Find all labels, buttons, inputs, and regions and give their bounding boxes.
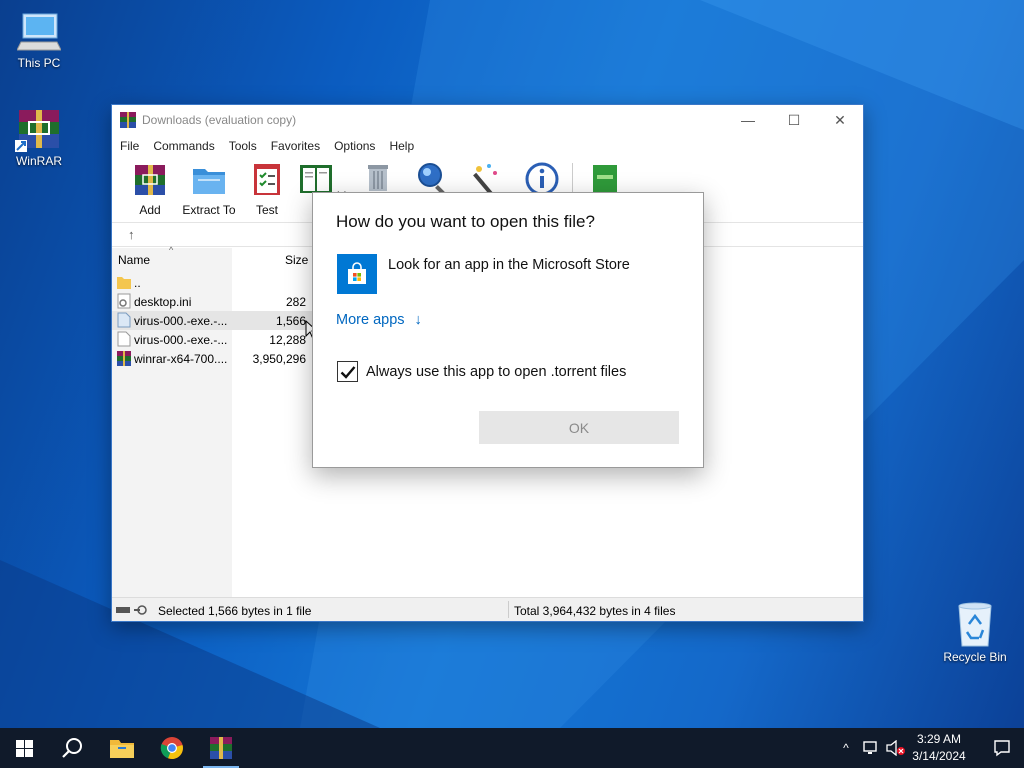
desktop-icon-winrar[interactable]: WinRAR <box>1 108 77 168</box>
open-with-dialog: How do you want to open this file? Look … <box>312 192 704 468</box>
winrar-icon <box>120 112 136 128</box>
menu-help[interactable]: Help <box>389 139 414 153</box>
winrar-icon <box>15 110 59 152</box>
desktop-icon-this-pc[interactable]: This PC <box>1 10 77 70</box>
list-item[interactable]: virus-000.-exe.-... 12,288 <box>112 330 312 349</box>
taskbar: ^ 3:29 AM 3/14/2024 <box>0 728 1024 768</box>
taskbar-file-explorer[interactable] <box>98 728 146 768</box>
arrow-down-icon: ↓ <box>414 312 422 328</box>
computer-icon <box>17 13 61 51</box>
file-icon <box>117 312 131 328</box>
list-item[interactable]: .. <box>112 273 312 292</box>
dialog-title: How do you want to open this file? <box>336 212 595 231</box>
notifications-button[interactable] <box>980 728 1024 768</box>
minimize-button[interactable]: — <box>725 105 771 135</box>
settings-file-icon <box>117 293 131 309</box>
always-use-label[interactable]: Always use this app to open .torrent fil… <box>366 364 626 380</box>
extract-to-button[interactable]: Extract To <box>179 161 239 217</box>
recycle-bin-icon <box>958 602 992 647</box>
file-icon <box>117 331 131 347</box>
clock[interactable]: 3:29 AM 3/14/2024 <box>905 731 973 765</box>
add-button[interactable]: Add <box>120 161 180 217</box>
clock-date: 3/14/2024 <box>912 749 966 763</box>
checkmark-icon <box>340 365 355 379</box>
store-bag-icon <box>348 262 366 284</box>
extract-folder-icon <box>193 169 225 194</box>
volume-muted-icon <box>886 740 905 756</box>
status-separator <box>508 601 509 618</box>
file-name: desktop.ini <box>134 295 192 309</box>
search-button[interactable] <box>48 728 96 768</box>
menu-favorites[interactable]: Favorites <box>271 139 320 153</box>
notification-icon <box>994 740 1010 757</box>
up-arrow-icon[interactable]: ↑ <box>128 227 135 242</box>
taskbar-chrome[interactable] <box>148 728 196 768</box>
show-hidden-icons-button[interactable]: ^ <box>836 728 856 768</box>
file-size: 282 <box>285 295 306 309</box>
status-bar: Selected 1,566 bytes in 1 file Total 3,9… <box>112 597 863 621</box>
desktop-icon-recycle-bin[interactable]: Recycle Bin <box>937 602 1013 664</box>
clock-time: 3:29 AM <box>916 732 962 746</box>
column-header-name[interactable]: Name <box>118 253 150 267</box>
file-name: winrar-x64-700.... <box>134 352 228 366</box>
add-archive-icon <box>135 165 165 195</box>
microsoft-store-icon[interactable] <box>337 254 377 294</box>
close-button[interactable]: ✕ <box>817 105 863 135</box>
list-item[interactable]: desktop.ini 282 <box>112 292 312 311</box>
column-header-size[interactable]: Size <box>285 253 308 267</box>
search-icon <box>62 738 82 758</box>
menu-tools[interactable]: Tools <box>229 139 257 153</box>
test-button[interactable]: Test <box>237 161 297 217</box>
desktop-icon-label: WinRAR <box>15 154 62 168</box>
winrar-icon <box>210 737 232 759</box>
test-clipboard-icon <box>254 164 280 195</box>
status-selection: Selected 1,566 bytes in 1 file <box>158 604 312 618</box>
menu-bar: File Commands Tools Favorites Options He… <box>112 135 863 157</box>
maximize-button[interactable]: ☐ <box>771 105 817 135</box>
more-apps-label: More apps <box>336 312 405 328</box>
file-size: 1,566 <box>275 314 306 328</box>
toolbar-label: Add <box>139 203 161 217</box>
always-use-checkbox[interactable] <box>337 361 358 382</box>
menu-commands[interactable]: Commands <box>153 139 214 153</box>
file-size: 12,288 <box>269 333 306 347</box>
list-item[interactable]: winrar-x64-700.... 3,950,296 <box>112 349 312 368</box>
file-name: .. <box>134 276 141 290</box>
menu-file[interactable]: File <box>120 139 139 153</box>
toolbar-label: Extract To <box>182 203 236 217</box>
more-apps-link[interactable]: More apps ↓ <box>336 312 422 328</box>
folder-icon <box>117 277 131 289</box>
store-option-label[interactable]: Look for an app in the Microsoft Store <box>388 257 630 273</box>
window-title: Downloads (evaluation copy) <box>142 113 297 127</box>
winrar-icon <box>117 351 131 366</box>
list-item[interactable]: virus-000.-exe.-... 1,566 <box>112 311 312 330</box>
chevron-up-icon: ^ <box>843 741 849 755</box>
start-button[interactable] <box>0 728 48 768</box>
status-total: Total 3,964,432 bytes in 4 files <box>514 604 676 618</box>
folder-icon <box>110 740 134 758</box>
volume-tray-button[interactable] <box>884 728 906 768</box>
chrome-icon <box>160 737 183 760</box>
ok-button[interactable]: OK <box>479 411 679 444</box>
sort-ascending-icon: ^ <box>169 245 174 255</box>
menu-options[interactable]: Options <box>334 139 375 153</box>
file-name: virus-000.-exe.-... <box>134 314 228 328</box>
network-tray-button[interactable] <box>860 728 882 768</box>
toolbar-label: Test <box>255 203 278 217</box>
windows-logo-icon <box>15 739 33 757</box>
taskbar-winrar[interactable] <box>197 728 245 768</box>
file-name: virus-000.-exe.-... <box>134 333 228 347</box>
file-size: 3,950,296 <box>252 352 306 366</box>
desktop-icon-label: Recycle Bin <box>943 650 1007 664</box>
desktop-icon-label: This PC <box>17 56 61 70</box>
drive-icon <box>116 605 147 615</box>
title-bar[interactable]: Downloads (evaluation copy) — ☐ ✕ <box>112 105 863 135</box>
network-icon <box>863 741 877 754</box>
